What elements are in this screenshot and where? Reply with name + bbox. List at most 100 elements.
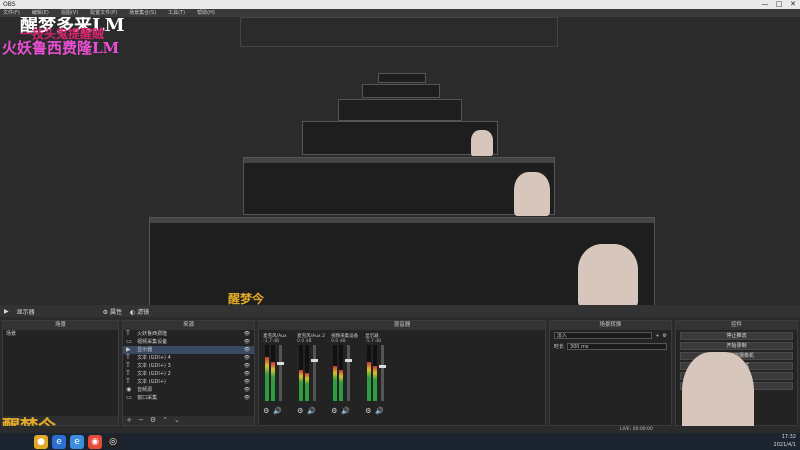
mute-icon[interactable]: 🔊 xyxy=(307,407,316,415)
volume-slider[interactable] xyxy=(311,345,319,401)
source-settings-button[interactable]: ⚙ xyxy=(150,416,156,425)
mute-icon[interactable]: 🔊 xyxy=(341,407,350,415)
start-recording-button[interactable]: 开始录制 xyxy=(679,342,793,350)
scenes-dock: 场景 场景 + − ⌃ ⌄ xyxy=(2,320,120,426)
mute-icon[interactable]: 🔊 xyxy=(375,407,384,415)
mixer-channels: 麦克风/Aux -1.7 dB ⚙ 🔊 麦克风/Aux 2 0.0 dB ⚙ 🔊 视… xyxy=(259,330,545,418)
source-type-icon: ▶ xyxy=(126,346,131,353)
visibility-eye-icon[interactable]: 👁 xyxy=(244,394,250,402)
mixer-channel: 显示器 -5.7 dB ⚙ 🔊 xyxy=(365,333,389,415)
visibility-eye-icon[interactable]: 👁 xyxy=(244,346,250,354)
controls-title: 控件 xyxy=(675,321,797,330)
overlay-text-3: 火妖鲁西费隆LM xyxy=(2,39,120,57)
mute-icon[interactable]: 🔊 xyxy=(273,407,282,415)
menu-file[interactable]: 文件(F) xyxy=(3,9,20,17)
preview-canvas[interactable]: 醒梦多来LM 一技头鬼提醒贼 火妖鲁西费隆LM 醒梦今 xyxy=(0,17,800,305)
visibility-eye-icon[interactable]: 👁 xyxy=(244,378,250,386)
volume-knob[interactable] xyxy=(311,359,319,362)
channel-db: -1.7 dB xyxy=(263,339,280,344)
source-item[interactable]: T 文本 (GDI+) 👁 xyxy=(123,378,254,386)
source-item[interactable]: ◉ 音频源 👁 xyxy=(123,386,254,394)
stop-stream-button[interactable]: 停止推流 xyxy=(679,332,793,340)
nested-preview-6 xyxy=(378,73,426,83)
maximize-button[interactable]: □ xyxy=(772,0,786,9)
visibility-eye-icon[interactable]: 👁 xyxy=(244,386,250,394)
transitions-title: 场景转换 xyxy=(549,321,671,330)
scene-item[interactable]: 场景 xyxy=(3,330,118,338)
visibility-eye-icon[interactable]: 👁 xyxy=(244,354,250,362)
chrome-icon[interactable]: ◉ xyxy=(88,434,102,449)
close-button[interactable]: ✕ xyxy=(786,0,800,9)
clock-date: 2021/4/1 xyxy=(773,442,796,448)
channel-db: 0.0 dB xyxy=(331,339,346,344)
properties-button[interactable]: ⚙ 属性 xyxy=(103,307,122,316)
duration-input[interactable]: 300 ms xyxy=(566,343,667,350)
source-up-button[interactable]: ⌃ xyxy=(162,416,168,425)
volume-knob[interactable] xyxy=(379,365,387,368)
visibility-eye-icon[interactable]: 👁 xyxy=(244,370,250,378)
volume-knob[interactable] xyxy=(277,362,285,365)
sources-title: 来源 xyxy=(123,321,255,330)
edge-icon[interactable]: e xyxy=(70,434,84,449)
channel-settings-icon[interactable]: ⚙ xyxy=(263,407,269,415)
visibility-eye-icon[interactable]: 👁 xyxy=(244,362,250,370)
menu-help[interactable]: 帮助(H) xyxy=(197,9,215,17)
title-bar: OBS — □ ✕ xyxy=(0,0,800,9)
mixer-channel: 麦克风/Aux 2 0.0 dB ⚙ 🔊 xyxy=(297,333,325,415)
menu-view[interactable]: 视图(V) xyxy=(61,9,78,17)
source-label: 文本 (GDI+) xyxy=(137,379,166,385)
add-transition-icon[interactable]: + xyxy=(655,333,659,339)
mixer-dock: 混音器 麦克风/Aux -1.7 dB ⚙ 🔊 麦克风/Aux 2 0.0 dB … xyxy=(258,320,546,426)
source-item[interactable]: ▭ 视频采集设备 👁 xyxy=(123,338,254,346)
source-item[interactable]: T 文本 (GDI+) 4 👁 xyxy=(123,354,254,362)
transition-duration-row: 时长 300 ms xyxy=(550,341,671,352)
menu-tools[interactable]: 工具(T) xyxy=(168,9,185,17)
menu-edit[interactable]: 编辑(E) xyxy=(32,9,49,17)
transition-type-select[interactable]: 淡入 xyxy=(553,332,653,339)
visibility-eye-icon[interactable]: 👁 xyxy=(244,330,250,338)
volume-knob[interactable] xyxy=(345,359,353,362)
transitions-dock: 场景转换 淡入 + ⚙ 时长 300 ms xyxy=(548,320,672,426)
source-type-icon: ▭ xyxy=(126,338,132,345)
current-scene-label: 显示器 xyxy=(16,308,35,316)
minimize-button[interactable]: — xyxy=(758,0,772,9)
source-item[interactable]: ▶ 显示器 👁 xyxy=(123,346,255,354)
remove-source-button[interactable]: − xyxy=(138,416,144,425)
level-meter-right xyxy=(373,345,378,401)
obs-icon[interactable]: ◎ xyxy=(106,434,120,449)
filters-button[interactable]: ◐ 滤镜 xyxy=(130,307,149,316)
menu-profile[interactable]: 配置文件(P) xyxy=(90,9,117,17)
sources-footer: + − ⚙ ⌃ ⌄ xyxy=(123,416,255,425)
status-bar: LIVE: 00:00:00 xyxy=(0,426,800,433)
source-label: 文本 (GDI+) 4 xyxy=(137,355,171,361)
level-meter-right xyxy=(271,345,276,401)
visibility-eye-icon[interactable]: 👁 xyxy=(244,338,250,346)
volume-slider[interactable] xyxy=(379,345,387,401)
webcam-person-2 xyxy=(514,172,550,216)
source-label: 视频采集设备 xyxy=(137,339,168,345)
source-item[interactable]: T 火妖鲁西费隆 👁 xyxy=(123,330,254,338)
channel-settings-icon[interactable]: ⚙ xyxy=(365,407,371,415)
source-label: 文本 (GDI+) 2 xyxy=(137,371,171,377)
source-item[interactable]: ▭ 窗口采集 👁 xyxy=(123,394,254,402)
mixer-channel: 视频采集设备 0.0 dB ⚙ 🔊 xyxy=(331,333,358,415)
start-icon[interactable]: ● xyxy=(34,434,48,449)
source-down-button[interactable]: ⌄ xyxy=(174,416,180,425)
menu-scene-collection[interactable]: 场景集合(S) xyxy=(129,9,156,17)
browser-icon[interactable]: e xyxy=(52,434,66,449)
transition-type-row: 淡入 + ⚙ xyxy=(550,330,671,341)
channel-settings-icon[interactable]: ⚙ xyxy=(331,407,337,415)
nested-preview-1: 醒梦今 xyxy=(149,217,655,305)
volume-slider[interactable] xyxy=(345,345,353,401)
source-item[interactable]: T 文本 (GDI+) 2 👁 xyxy=(123,370,254,378)
add-source-button[interactable]: + xyxy=(126,416,132,425)
volume-slider[interactable] xyxy=(277,345,285,401)
source-type-icon: T xyxy=(126,354,130,361)
webcam-person xyxy=(578,244,638,305)
source-label: 音频源 xyxy=(137,387,153,393)
sources-dock: 来源 T 火妖鲁西费隆 👁 ▭ 视频采集设备 👁 ▶ 显示器 👁 T 文本 (GDI+… xyxy=(122,320,256,426)
source-item[interactable]: T 文本 (GDI+) 3 👁 xyxy=(123,362,254,370)
window-title: OBS xyxy=(3,1,16,8)
transition-settings-icon[interactable]: ⚙ xyxy=(662,333,666,339)
channel-settings-icon[interactable]: ⚙ xyxy=(297,407,303,415)
